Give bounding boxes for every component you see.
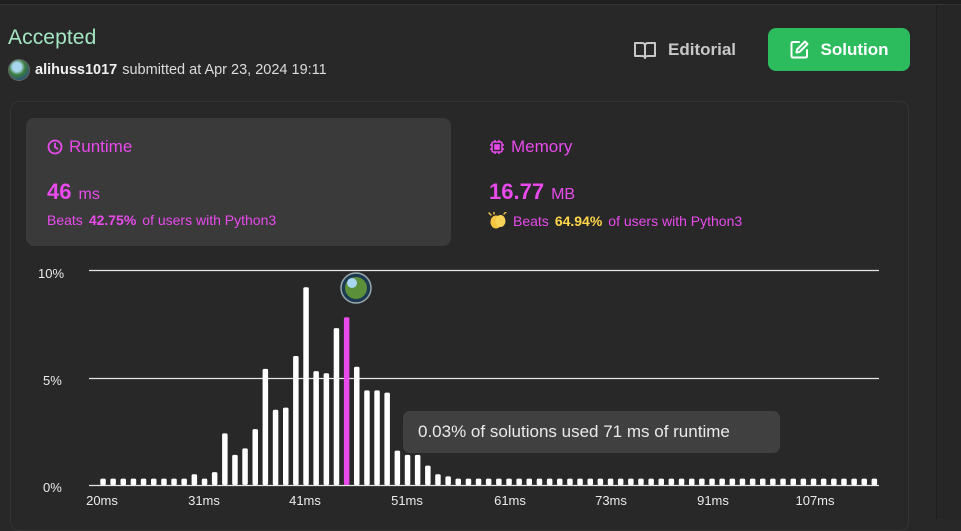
memory-title-label: Memory bbox=[511, 137, 573, 156]
memory-beats: Beats 64.94% of users with Python3 bbox=[488, 211, 743, 230]
editorial-button[interactable]: Editorial bbox=[634, 37, 736, 63]
memory-title[interactable]: Memory bbox=[489, 137, 572, 157]
runtime-title-label: Runtime bbox=[69, 137, 133, 156]
waving-hands-icon bbox=[488, 211, 508, 230]
runtime-value: 46 ms bbox=[47, 179, 100, 205]
solution-label: Solution bbox=[820, 39, 889, 59]
runtime-number: 46 bbox=[47, 179, 72, 204]
memory-unit: MB bbox=[551, 186, 576, 203]
submitter-info: alihuss1017 submitted at Apr 23, 2024 19… bbox=[8, 59, 327, 81]
runtime-unit: ms bbox=[78, 186, 100, 203]
memory-value: 16.77 MB bbox=[489, 179, 575, 205]
memory-number: 16.77 bbox=[489, 179, 545, 204]
username-link[interactable]: alihuss1017 bbox=[35, 62, 117, 78]
chart-tooltip: 0.03% of solutions used 71 ms of runtime bbox=[403, 411, 780, 453]
chip-icon bbox=[490, 140, 504, 154]
runtime-beats-prefix: Beats bbox=[47, 212, 83, 228]
runtime-beats-pct: 42.75% bbox=[88, 212, 137, 228]
top-border bbox=[0, 0, 961, 5]
memory-beats-prefix: Beats bbox=[513, 213, 549, 229]
submitted-time: submitted at Apr 23, 2024 19:11 bbox=[122, 62, 327, 78]
submission-status: Accepted bbox=[8, 26, 97, 49]
memory-beats-pct: 64.94% bbox=[554, 213, 603, 229]
solution-button[interactable]: Solution bbox=[768, 28, 910, 71]
runtime-beats: Beats 42.75% of users with Python3 bbox=[47, 212, 276, 228]
clock-icon bbox=[47, 139, 63, 155]
avatar[interactable] bbox=[8, 59, 30, 81]
runtime-title: Runtime bbox=[47, 137, 132, 157]
side-scroll-area[interactable] bbox=[936, 5, 961, 519]
memory-beats-suffix: of users with Python3 bbox=[608, 213, 743, 229]
edit-icon bbox=[790, 40, 808, 59]
runtime-beats-suffix: of users with Python3 bbox=[142, 212, 277, 228]
book-icon bbox=[634, 42, 656, 59]
editorial-label: Editorial bbox=[668, 40, 737, 59]
